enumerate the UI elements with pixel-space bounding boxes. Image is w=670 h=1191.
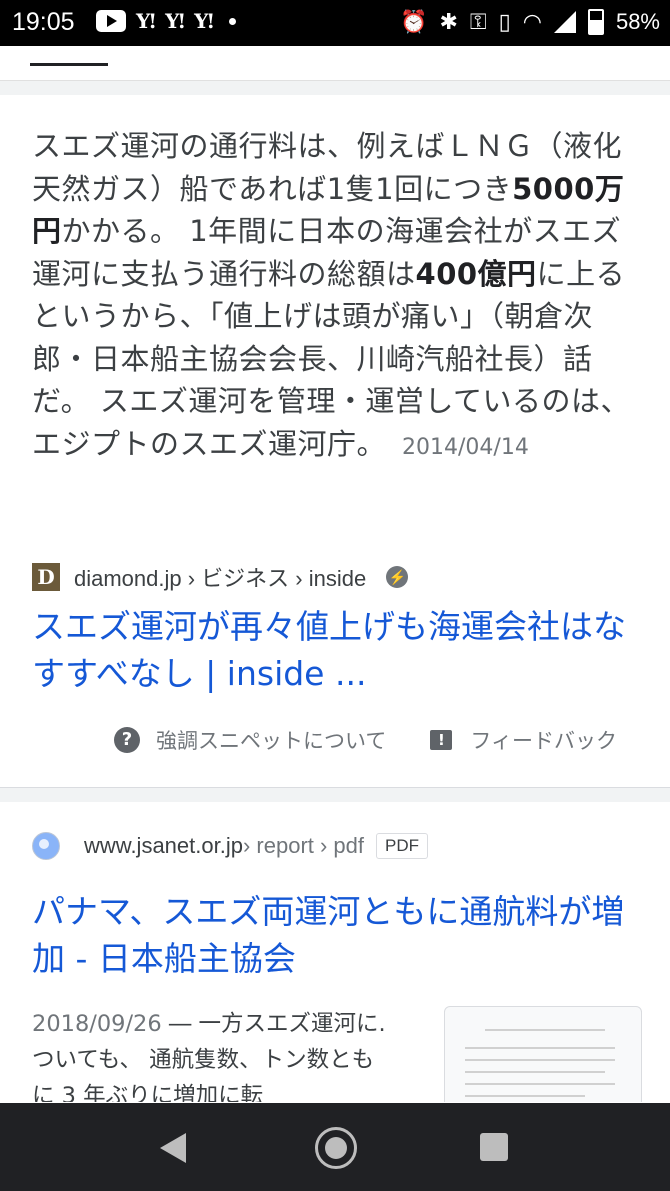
alarm-icon: ⏰ <box>400 9 428 34</box>
about-snippets-link[interactable]: 強調スニペットについて <box>156 725 386 755</box>
featured-snippet-text: スエズ運河の通行料は、例えばＬＮＧ（液化天然ガス）船であれば1隻1回につき500… <box>32 125 642 469</box>
feedback-link[interactable]: フィードバック <box>470 725 617 755</box>
result-snippet: 2018/09/26 ― 一方スエズ運河に. ついても、 通航隻数、トン数ともに… <box>32 1006 394 1102</box>
wifi-icon: ◠ <box>522 9 542 34</box>
thumbnail-line <box>485 1029 605 1031</box>
status-bar: 19:05 Y! Y! Y! ⏰ ✱ ⚿ ▯ ◠ 58% <box>0 0 670 46</box>
globe-icon <box>32 832 60 860</box>
snippet-highlight: 400億円 <box>415 256 537 291</box>
thumbnail-line <box>465 1095 585 1097</box>
source-breadcrumb: › report › pdf <box>242 833 365 858</box>
youtube-icon <box>96 10 126 32</box>
home-icon[interactable] <box>315 1127 357 1169</box>
amp-lightning-icon: ⚡ <box>386 566 409 588</box>
system-icons: ⏰ ✱ ⚿ ▯ ◠ 58% <box>400 9 660 35</box>
snippet-date: 2014/04/14 <box>402 434 529 460</box>
result-title-link[interactable]: パナマ、スエズ両運河ともに通航料が増加 - 日本船主協会 <box>32 888 642 982</box>
yahoo-icon: Y! <box>165 9 186 33</box>
thumbnail-line <box>465 1083 615 1085</box>
battery-percent: 58% <box>615 9 660 34</box>
search-tabs <box>0 46 670 81</box>
result-title-link[interactable]: スエズ運河が再々値上げも海運会社はなすすべなし | inside ... <box>32 603 642 697</box>
pdf-thumbnail[interactable] <box>444 1006 642 1102</box>
active-tab-indicator <box>30 63 108 66</box>
site-favicon: D <box>32 563 60 591</box>
featured-snippet-card: スエズ運河の通行料は、例えばＬＮＧ（液化天然ガス）船であれば1隻1回につき500… <box>0 95 670 788</box>
thumbnail-line <box>465 1047 615 1049</box>
battery-icon <box>587 9 604 35</box>
bluetooth-icon: ✱ <box>439 9 458 34</box>
back-icon[interactable] <box>160 1133 186 1163</box>
snippet-footer: ? 強調スニペットについて ! フィードバック <box>114 725 617 755</box>
help-circle-icon[interactable]: ? <box>114 727 140 753</box>
thumbnail-line <box>465 1071 605 1073</box>
search-result-card: www.jsanet.or.jp › report › pdf PDF パナマ、… <box>0 802 670 1102</box>
pdf-badge: PDF <box>376 833 429 859</box>
cell-signal-icon <box>553 11 576 33</box>
key-icon: ⚿ <box>469 9 487 34</box>
yahoo-icon: Y! <box>194 9 215 33</box>
notification-icons: Y! Y! Y! <box>96 9 237 33</box>
more-notifications-dot-icon <box>229 17 237 25</box>
source-domain: www.jsanet.or.jp <box>84 833 243 858</box>
divider <box>0 788 670 802</box>
android-nav-bar <box>0 1103 670 1191</box>
yahoo-icon: Y! <box>136 9 157 33</box>
source-breadcrumb: diamond.jp › ビジネス › inside <box>74 566 367 591</box>
thumbnail-line <box>465 1059 615 1061</box>
result-source[interactable]: www.jsanet.or.jp › report › pdf PDF <box>32 832 429 860</box>
result-source[interactable]: D diamond.jp › ビジネス › inside ⚡ <box>32 563 409 591</box>
result-date: 2018/09/26 <box>32 1011 162 1037</box>
divider <box>0 81 670 95</box>
status-time: 19:05 <box>12 8 75 36</box>
recent-apps-icon[interactable] <box>480 1133 508 1161</box>
vibrate-icon: ▯ <box>498 9 511 34</box>
feedback-icon[interactable]: ! <box>430 730 453 750</box>
